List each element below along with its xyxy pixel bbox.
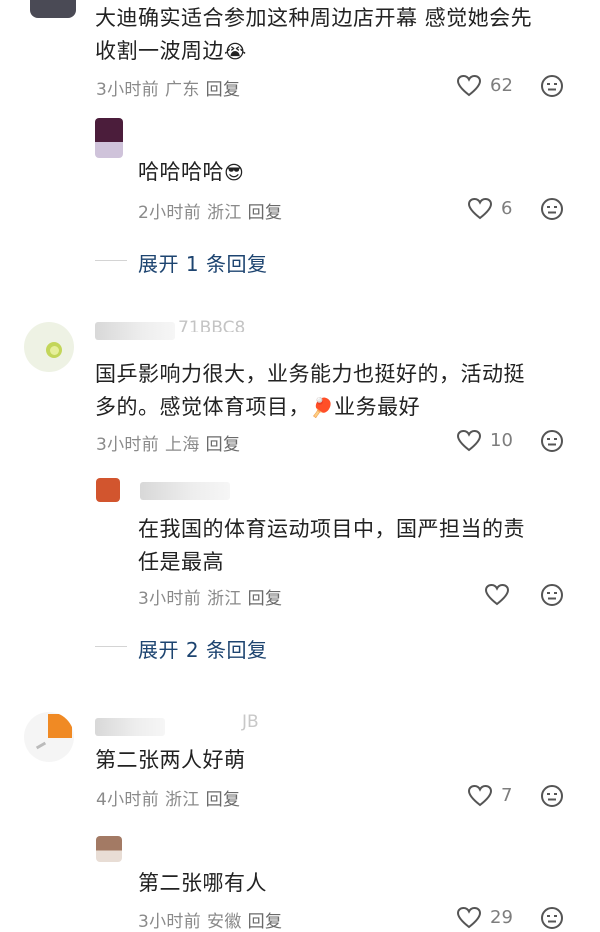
comment-text-line2: 收割一波周边😭 xyxy=(95,39,247,63)
like-count: 29 xyxy=(490,907,513,928)
timestamp: 4小时前 xyxy=(96,790,160,810)
neutral-face-icon[interactable] xyxy=(540,784,564,808)
reply-text-line2: 任是最高 xyxy=(138,550,224,574)
avatar[interactable] xyxy=(30,0,76,18)
comment-text: 大迪确实适合参加这种周边店开幕 感觉她会先 xyxy=(95,6,533,30)
heart-icon[interactable] xyxy=(456,74,482,98)
username-blurred[interactable] xyxy=(95,322,175,340)
username-fragment[interactable]: 71BBC8 xyxy=(178,318,245,332)
heart-icon[interactable] xyxy=(456,429,482,453)
like-count: 6 xyxy=(501,198,513,219)
reply-meta: 3小时前 浙江 回复 xyxy=(138,584,288,609)
reply-meta: 3小时前 安徽 回复 xyxy=(138,907,288,932)
reply-button[interactable]: 回复 xyxy=(248,203,283,223)
comment-text: 第二张两人好萌 xyxy=(95,748,246,772)
like-count: 7 xyxy=(501,785,513,806)
like-count: 62 xyxy=(490,75,513,96)
username-fragment[interactable]: JB xyxy=(242,712,259,732)
reply-meta: 2小时前 浙江 回复 xyxy=(138,198,288,223)
divider xyxy=(95,260,127,261)
avatar[interactable] xyxy=(96,836,122,862)
timestamp: 2小时前 xyxy=(138,203,202,223)
reply-button[interactable]: 回复 xyxy=(206,435,241,455)
reply-button[interactable]: 回复 xyxy=(206,80,241,100)
location: 安徽 xyxy=(207,912,242,932)
username-blurred[interactable] xyxy=(95,718,165,736)
timestamp: 3小时前 xyxy=(96,435,160,455)
comment-text: 国乒影响力很大，业务能力也挺好的，活动挺 xyxy=(95,362,525,386)
timestamp: 3小时前 xyxy=(138,589,202,609)
sunglasses-emoji-icon: 😎 xyxy=(224,162,245,184)
reply-button[interactable]: 回复 xyxy=(206,790,241,810)
neutral-face-icon[interactable] xyxy=(540,906,564,930)
reply-text: 第二张哪有人 xyxy=(138,871,267,895)
heart-icon[interactable] xyxy=(456,906,482,930)
neutral-face-icon[interactable] xyxy=(540,583,564,607)
avatar[interactable] xyxy=(24,322,74,372)
username-blurred[interactable] xyxy=(140,482,230,500)
timestamp: 3小时前 xyxy=(138,912,202,932)
like-count: 10 xyxy=(490,430,513,451)
divider xyxy=(95,646,127,647)
expand-replies-link[interactable]: 展开 2 条回复 xyxy=(138,634,267,663)
location: 浙江 xyxy=(207,589,242,609)
location: 广东 xyxy=(165,80,200,100)
crying-emoji-icon: 😭 xyxy=(224,41,247,63)
avatar[interactable] xyxy=(24,712,74,762)
neutral-face-icon[interactable] xyxy=(540,197,564,221)
comment-meta: 3小时前 广东 回复 xyxy=(96,75,246,100)
comment-text-line2: 多的。感觉体育项目，🏓业务最好 xyxy=(95,395,421,419)
comment-meta: 4小时前 浙江 回复 xyxy=(96,785,246,810)
heart-icon[interactable] xyxy=(467,784,493,808)
reply-button[interactable]: 回复 xyxy=(248,912,283,932)
location: 上海 xyxy=(165,435,200,455)
heart-icon[interactable] xyxy=(484,583,510,607)
neutral-face-icon[interactable] xyxy=(540,74,564,98)
reply-button[interactable]: 回复 xyxy=(248,589,283,609)
reply-text: 哈哈哈哈😎 xyxy=(138,160,245,184)
heart-icon[interactable] xyxy=(467,197,493,221)
avatar[interactable] xyxy=(95,118,123,158)
location: 浙江 xyxy=(207,203,242,223)
neutral-face-icon[interactable] xyxy=(540,429,564,453)
location: 浙江 xyxy=(165,790,200,810)
timestamp: 3小时前 xyxy=(96,80,160,100)
expand-replies-link[interactable]: 展开 1 条回复 xyxy=(138,248,267,277)
avatar[interactable] xyxy=(96,478,120,502)
comment-meta: 3小时前 上海 回复 xyxy=(96,430,246,455)
reply-text: 在我国的体育运动项目中，国严担当的责 xyxy=(138,517,525,541)
ping-pong-emoji-icon: 🏓 xyxy=(310,397,335,419)
